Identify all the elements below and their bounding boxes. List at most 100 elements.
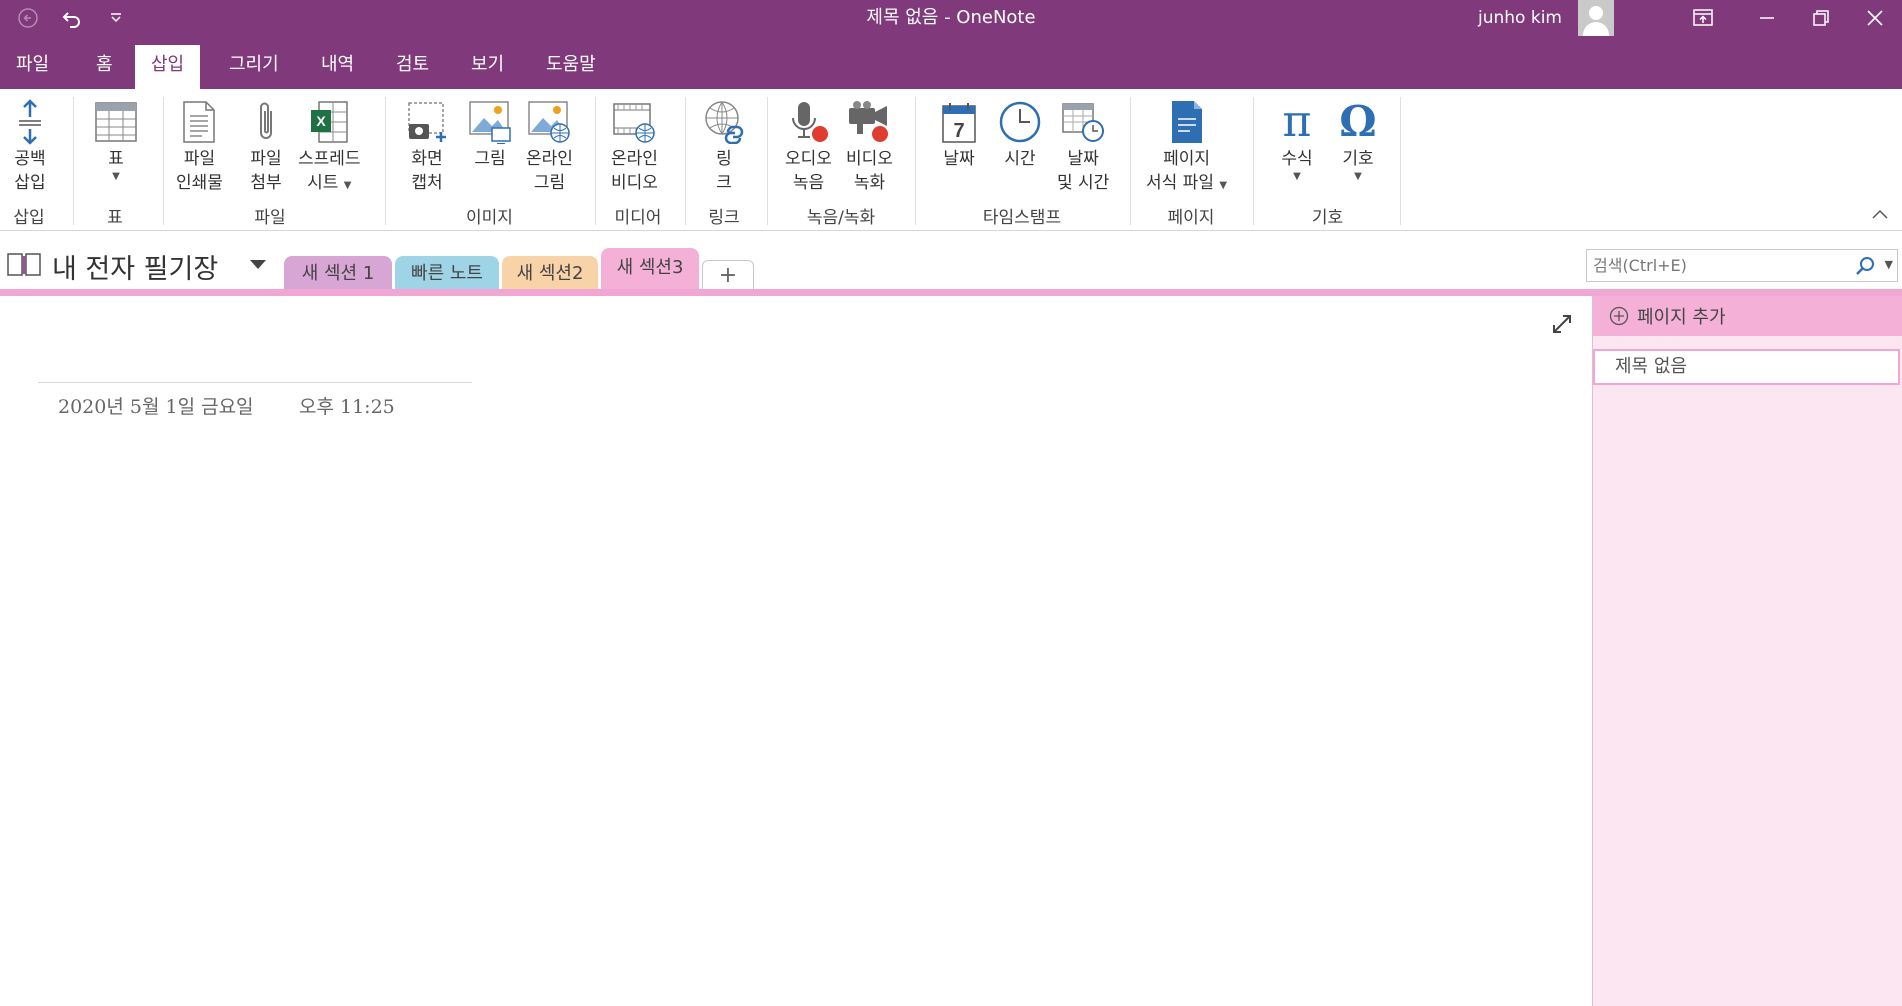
link-button[interactable]: 링 크	[702, 99, 746, 195]
ribbon-display-options-button[interactable]	[1668, 0, 1738, 36]
link-label-2: 크	[716, 173, 732, 193]
tab-draw[interactable]: 그리기	[213, 45, 295, 89]
date-time-button[interactable]: 날짜 및 시간	[1057, 99, 1109, 195]
section-tab-3[interactable]: 새 섹션3	[601, 248, 699, 291]
file-attach-label-2: 첨부	[250, 173, 282, 193]
group-separator	[915, 97, 916, 225]
audio-record-label-2: 녹음	[792, 173, 825, 193]
section-tab-2[interactable]: 새 섹션2	[502, 256, 598, 291]
insert-space-button[interactable]: 공백 삽입	[8, 99, 52, 195]
window-title: 제목 없음 - OneNote	[866, 7, 1036, 28]
collapse-ribbon-button[interactable]	[1872, 207, 1888, 223]
online-video-label: 온라인	[611, 149, 658, 169]
group-label-recording: 녹음/녹화	[806, 208, 876, 228]
add-page-label: 페이지 추가	[1637, 307, 1726, 328]
notebook-dropdown-icon[interactable]	[250, 260, 266, 269]
spreadsheet-label-2: 시트 ▼	[307, 173, 352, 193]
online-video-button[interactable]: 온라인 비디오	[611, 99, 658, 195]
date-time-label: 날짜	[1067, 149, 1099, 169]
section-tab-quick-notes[interactable]: 빠른 노트	[395, 256, 499, 291]
group-label-pages: 페이지	[1167, 208, 1215, 228]
online-picture-label: 온라인	[526, 149, 573, 169]
group-label-images: 이미지	[466, 208, 513, 228]
calendar-icon: 7	[937, 99, 981, 145]
group-label-media: 미디어	[614, 208, 662, 228]
online-picture-icon	[527, 99, 571, 145]
minimize-icon	[1760, 17, 1774, 19]
tab-home[interactable]: 홈	[80, 45, 129, 89]
section-tab-1[interactable]: 새 섹션 1	[284, 256, 392, 291]
restore-icon	[1813, 10, 1829, 26]
omega-icon: Ω	[1339, 97, 1377, 146]
link-globe-icon	[702, 99, 746, 145]
time-button[interactable]: 시간	[998, 99, 1042, 171]
online-picture-label-2: 그림	[533, 173, 566, 193]
page-title-line[interactable]	[38, 382, 472, 383]
search-icon[interactable]	[1855, 256, 1875, 276]
microphone-icon	[786, 99, 830, 145]
picture-icon	[468, 99, 512, 145]
search-scope-dropdown-icon[interactable]: ▼	[1885, 258, 1893, 271]
group-label-links: 링크	[708, 208, 740, 228]
tab-file[interactable]: 파일	[0, 45, 65, 89]
group-label-timestamp: 타임스탬프	[982, 208, 1062, 228]
page-template-button[interactable]: 페이지 서식 파일 ▼	[1146, 99, 1227, 198]
tab-history[interactable]: 내역	[305, 45, 370, 89]
spreadsheet-button[interactable]: X 스프레드 시트 ▼	[298, 99, 361, 198]
restore-button[interactable]	[1794, 0, 1848, 36]
back-button[interactable]	[8, 0, 48, 36]
screen-clip-button[interactable]: 화면 캡처	[405, 99, 449, 195]
insert-space-label: 공백	[14, 149, 46, 169]
user-name[interactable]: junho kim	[1478, 0, 1562, 36]
link-label: 링	[716, 149, 732, 169]
spreadsheet-label: 스프레드	[298, 149, 361, 169]
clock-icon	[998, 99, 1042, 145]
customize-quick-access-button[interactable]	[96, 0, 136, 36]
search-box: ▼	[1586, 249, 1898, 282]
file-printout-icon	[177, 99, 221, 145]
insert-space-icon	[8, 99, 52, 145]
page-template-icon	[1165, 99, 1209, 145]
avatar[interactable]	[1578, 0, 1614, 36]
minimize-button[interactable]	[1740, 0, 1794, 36]
svg-text:X: X	[317, 113, 327, 129]
page-canvas[interactable]: 2020년 5월 1일 금요일 오후 11:25	[0, 296, 1592, 1006]
group-label-insert: 삽입	[13, 208, 45, 228]
equation-button[interactable]: π 수식 ▼	[1275, 99, 1319, 183]
online-picture-button[interactable]: 온라인 그림	[526, 99, 573, 195]
time-label: 시간	[1004, 149, 1036, 169]
notebook-icon[interactable]	[6, 251, 42, 277]
page-template-label-2: 서식 파일 ▼	[1146, 173, 1228, 193]
undo-button[interactable]	[52, 0, 92, 36]
file-attach-button[interactable]: 파일 첨부	[244, 99, 288, 195]
notebook-navigation: 내 전자 필기장 새 섹션 1 빠른 노트 새 섹션2 새 섹션3 + ▼	[0, 231, 1902, 291]
audio-record-button[interactable]: 오디오 녹음	[785, 99, 832, 195]
tab-review[interactable]: 검토	[380, 45, 445, 89]
table-icon	[94, 99, 138, 145]
symbol-button[interactable]: Ω 기호 ▼	[1336, 99, 1380, 183]
audio-record-label: 오디오	[785, 149, 832, 169]
tab-help[interactable]: 도움말	[530, 45, 612, 89]
tab-insert[interactable]: 삽입	[135, 45, 201, 89]
page-list-item[interactable]: 제목 없음	[1593, 349, 1900, 385]
video-record-label: 비디오	[846, 149, 893, 169]
screen-clip-label-2: 캡처	[411, 173, 443, 193]
add-page-button[interactable]: 페이지 추가	[1593, 296, 1902, 336]
chevron-up-icon	[1872, 209, 1888, 219]
picture-button[interactable]: 그림	[468, 99, 512, 171]
table-button[interactable]: 표 ▼	[94, 99, 138, 183]
date-button[interactable]: 7 날짜	[937, 99, 981, 171]
group-separator	[1253, 97, 1254, 225]
video-record-button[interactable]: 비디오 녹화	[846, 99, 893, 195]
calendar-clock-icon	[1061, 99, 1105, 145]
file-printout-label-2: 인쇄물	[176, 173, 223, 193]
tab-view[interactable]: 보기	[455, 45, 520, 89]
file-printout-button[interactable]: 파일 인쇄물	[176, 99, 223, 195]
notebook-title[interactable]: 내 전자 필기장	[52, 247, 218, 286]
expand-icon[interactable]	[1550, 312, 1574, 336]
close-button[interactable]	[1848, 0, 1902, 36]
search-input[interactable]	[1587, 250, 1847, 281]
add-section-button[interactable]: +	[702, 260, 754, 291]
ribbon-display-icon	[1693, 9, 1713, 26]
date-label: 날짜	[943, 149, 975, 169]
